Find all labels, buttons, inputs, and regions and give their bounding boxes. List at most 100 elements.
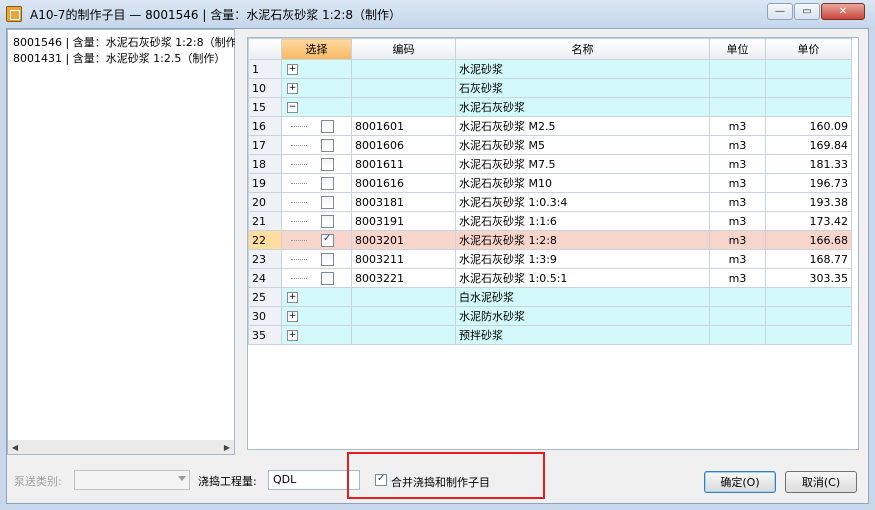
unit-cell xyxy=(709,97,766,117)
name-cell: 水泥石灰砂浆 M10 xyxy=(455,173,710,193)
group-row[interactable]: 30 + 水泥防水砂浆 xyxy=(248,306,852,326)
select-cell xyxy=(281,192,352,212)
select-cell xyxy=(281,116,352,136)
row-checkbox[interactable] xyxy=(321,252,334,266)
row-checkbox[interactable] xyxy=(321,138,334,152)
price-cell: 193.38 xyxy=(765,192,852,212)
table-row[interactable]: 16 8001601 水泥石灰砂浆 M2.5 m3 160.09 xyxy=(248,116,852,136)
select-cell: − xyxy=(281,97,352,117)
row-checkbox[interactable] xyxy=(321,233,334,247)
select-cell xyxy=(281,230,352,250)
minimize-button[interactable]: — xyxy=(767,3,793,20)
horizontal-scrollbar[interactable]: ◀ ▶ xyxy=(8,440,234,454)
pump-type-select[interactable] xyxy=(74,470,190,490)
code-cell: 8001601 xyxy=(351,116,456,136)
table-row[interactable]: 17 8001606 水泥石灰砂浆 M5 m3 169.84 xyxy=(248,135,852,155)
group-row[interactable]: 25 + 白水泥砂浆 xyxy=(248,287,852,307)
price-cell: 181.33 xyxy=(765,154,852,174)
unit-cell xyxy=(709,306,766,326)
code-cell: 8003221 xyxy=(351,268,456,288)
row-checkbox[interactable] xyxy=(321,176,334,190)
scroll-left-icon[interactable]: ◀ xyxy=(8,440,22,454)
ok-button[interactable]: 确定(O) xyxy=(704,471,776,493)
header-price[interactable]: 单价 xyxy=(765,38,852,60)
scroll-right-icon[interactable]: ▶ xyxy=(220,440,234,454)
price-cell: 168.77 xyxy=(765,249,852,269)
row-number: 1 xyxy=(248,59,282,79)
unit-cell xyxy=(709,78,766,98)
name-cell: 水泥石灰砂浆 M7.5 xyxy=(455,154,710,174)
expand-icon[interactable]: + xyxy=(287,311,298,322)
row-number: 21 xyxy=(248,211,282,231)
tree-line xyxy=(291,144,307,146)
name-cell: 水泥石灰砂浆 M2.5 xyxy=(455,116,710,136)
price-cell xyxy=(765,325,852,345)
cancel-button[interactable]: 取消(C) xyxy=(785,471,857,493)
maximize-button[interactable]: ▭ xyxy=(794,3,820,20)
row-number: 22 xyxy=(248,230,282,250)
row-checkbox[interactable] xyxy=(321,271,334,285)
material-grid[interactable]: 选择 编码 名称 单位 单价 1 + 水泥砂浆 10 + 石灰砂浆 15− 水泥石灰砂浆 16 8… xyxy=(247,37,859,450)
unit-cell: m3 xyxy=(709,135,766,155)
expand-icon[interactable]: + xyxy=(287,64,298,75)
table-row[interactable]: 20 8003181 水泥石灰砂浆 1:0.3:4 m3 193.38 xyxy=(248,192,852,212)
name-cell: 水泥砂浆 xyxy=(455,59,710,79)
header-select[interactable]: 选择 xyxy=(281,38,352,60)
header-name[interactable]: 名称 xyxy=(455,38,710,60)
select-cell: + xyxy=(281,325,352,345)
row-checkbox[interactable] xyxy=(321,195,334,209)
unit-cell: m3 xyxy=(709,268,766,288)
row-number: 17 xyxy=(248,135,282,155)
unit-cell xyxy=(709,59,766,79)
header-code[interactable]: 编码 xyxy=(351,38,456,60)
row-number: 25 xyxy=(248,287,282,307)
expand-icon[interactable]: + xyxy=(287,292,298,303)
row-checkbox[interactable] xyxy=(321,157,334,171)
code-cell xyxy=(351,59,456,79)
pump-type-label: 泵送类别: xyxy=(14,475,62,488)
table-row[interactable]: 18 8001611 水泥石灰砂浆 M7.5 m3 181.33 xyxy=(248,154,852,174)
close-button[interactable]: ✕ xyxy=(821,3,865,20)
header-unit[interactable]: 单位 xyxy=(709,38,766,60)
sub-item-list[interactable]: 8001546 | 含量：水泥石灰砂浆 1:2:8（制作） 8001431 | … xyxy=(7,29,235,455)
select-cell xyxy=(281,154,352,174)
price-cell: 166.68 xyxy=(765,230,852,250)
list-item[interactable]: 8001431 | 含量：水泥砂浆 1:2.5（制作） xyxy=(13,50,235,66)
select-cell: + xyxy=(281,59,352,79)
code-cell: 8003201 xyxy=(351,230,456,250)
collapse-icon[interactable]: − xyxy=(287,102,298,113)
table-row[interactable]: 19 8001616 水泥石灰砂浆 M10 m3 196.73 xyxy=(248,173,852,193)
table-row[interactable]: 23 8003211 水泥石灰砂浆 1:3:9 m3 168.77 xyxy=(248,249,852,269)
name-cell: 水泥防水砂浆 xyxy=(455,306,710,326)
code-cell: 8001606 xyxy=(351,135,456,155)
expand-icon[interactable]: + xyxy=(287,83,298,94)
group-row[interactable]: 1 + 水泥砂浆 xyxy=(248,59,852,79)
group-row[interactable]: 10 + 石灰砂浆 xyxy=(248,78,852,98)
header-rownum xyxy=(248,38,282,60)
row-checkbox[interactable] xyxy=(321,119,334,133)
group-row[interactable]: 35 + 预拌砂浆 xyxy=(248,325,852,345)
unit-cell xyxy=(709,287,766,307)
list-item[interactable]: 8001546 | 含量：水泥石灰砂浆 1:2:8（制作） xyxy=(13,34,235,50)
code-cell: 8001611 xyxy=(351,154,456,174)
group-row[interactable]: 15− 水泥石灰砂浆 xyxy=(248,97,852,117)
pour-quantity-label: 浇捣工程量: xyxy=(198,475,257,488)
tree-line xyxy=(291,182,307,184)
code-cell: 8003181 xyxy=(351,192,456,212)
merge-checkbox-label[interactable]: 合并浇捣和制作子目 xyxy=(391,474,490,490)
row-checkbox[interactable] xyxy=(321,214,334,228)
tree-line xyxy=(291,163,307,165)
table-row[interactable]: 22 8003201水泥石灰砂浆 1:2:8m3166.68 xyxy=(248,230,852,250)
tree-line xyxy=(291,277,307,279)
merge-checkbox[interactable] xyxy=(375,473,387,486)
expand-icon[interactable]: + xyxy=(287,330,298,341)
select-cell: + xyxy=(281,78,352,98)
unit-cell: m3 xyxy=(709,211,766,231)
code-cell xyxy=(351,325,456,345)
tree-line xyxy=(291,258,307,260)
price-cell: 303.35 xyxy=(765,268,852,288)
name-cell: 水泥石灰砂浆 1:0.3:4 xyxy=(455,192,710,212)
table-row[interactable]: 21 8003191 水泥石灰砂浆 1:1:6 m3 173.42 xyxy=(248,211,852,231)
table-row[interactable]: 24 8003221 水泥石灰砂浆 1:0.5:1 m3 303.35 xyxy=(248,268,852,288)
tree-line xyxy=(291,220,307,222)
